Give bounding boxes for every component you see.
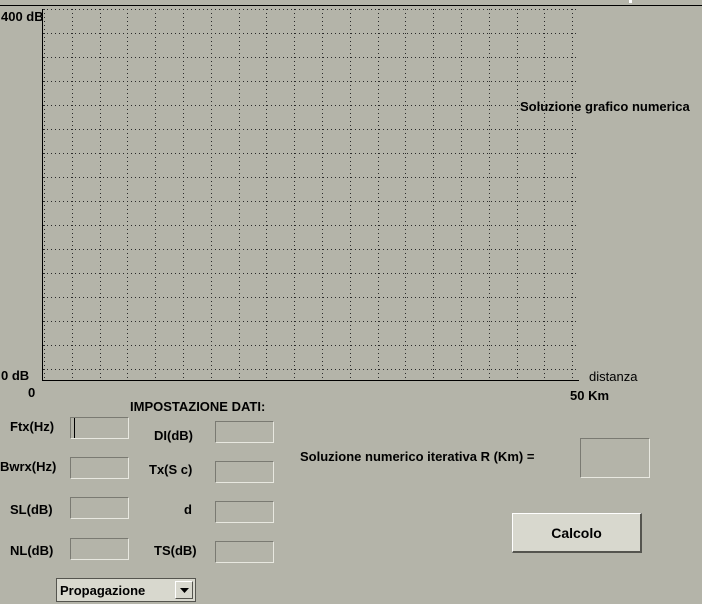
- propagation-select-value: Propagazione: [60, 583, 146, 598]
- corner-marker: [629, 0, 632, 3]
- tx-input[interactable]: [215, 461, 274, 483]
- d-input[interactable]: [215, 501, 274, 523]
- window-top-border: [0, 5, 702, 6]
- y-max-label: 400 dB: [1, 9, 44, 24]
- nl-label: NL(dB): [10, 543, 54, 558]
- section-title: IMPOSTAZIONE DATI:: [130, 399, 266, 414]
- di-label: DI(dB): [154, 428, 193, 443]
- result-output: [580, 438, 650, 478]
- x-axis-label: distanza: [589, 369, 638, 384]
- propagation-select[interactable]: Propagazione: [56, 578, 196, 602]
- di-input[interactable]: [215, 421, 274, 443]
- x-max-label: 50 Km: [570, 388, 610, 403]
- ts-label: TS(dB): [154, 543, 197, 558]
- text-caret: [74, 418, 75, 438]
- calcolo-button[interactable]: Calcolo: [512, 513, 642, 553]
- nl-input[interactable]: [70, 538, 129, 560]
- grid: [43, 9, 579, 380]
- chevron-down-icon[interactable]: [175, 581, 193, 599]
- y-min-label: 0 dB: [1, 368, 30, 383]
- ftx-label: Ftx(Hz): [10, 419, 55, 434]
- tx-label: Tx(S c): [149, 462, 193, 477]
- d-label: d: [184, 502, 192, 517]
- x-origin-label: 0: [28, 385, 36, 400]
- plot-area: [42, 9, 579, 381]
- ftx-input[interactable]: [70, 417, 129, 439]
- ts-input[interactable]: [215, 541, 274, 563]
- sl-label: SL(dB): [10, 502, 53, 517]
- sl-input[interactable]: [70, 497, 129, 519]
- calcolo-button-label: Calcolo: [551, 524, 602, 541]
- bwrx-input[interactable]: [70, 457, 129, 479]
- bwrx-label: Bwrx(Hz): [0, 459, 57, 474]
- result-label: Soluzione numerico iterativa R (Km) =: [300, 449, 535, 464]
- graph-title: Soluzione grafico numerica: [520, 99, 690, 114]
